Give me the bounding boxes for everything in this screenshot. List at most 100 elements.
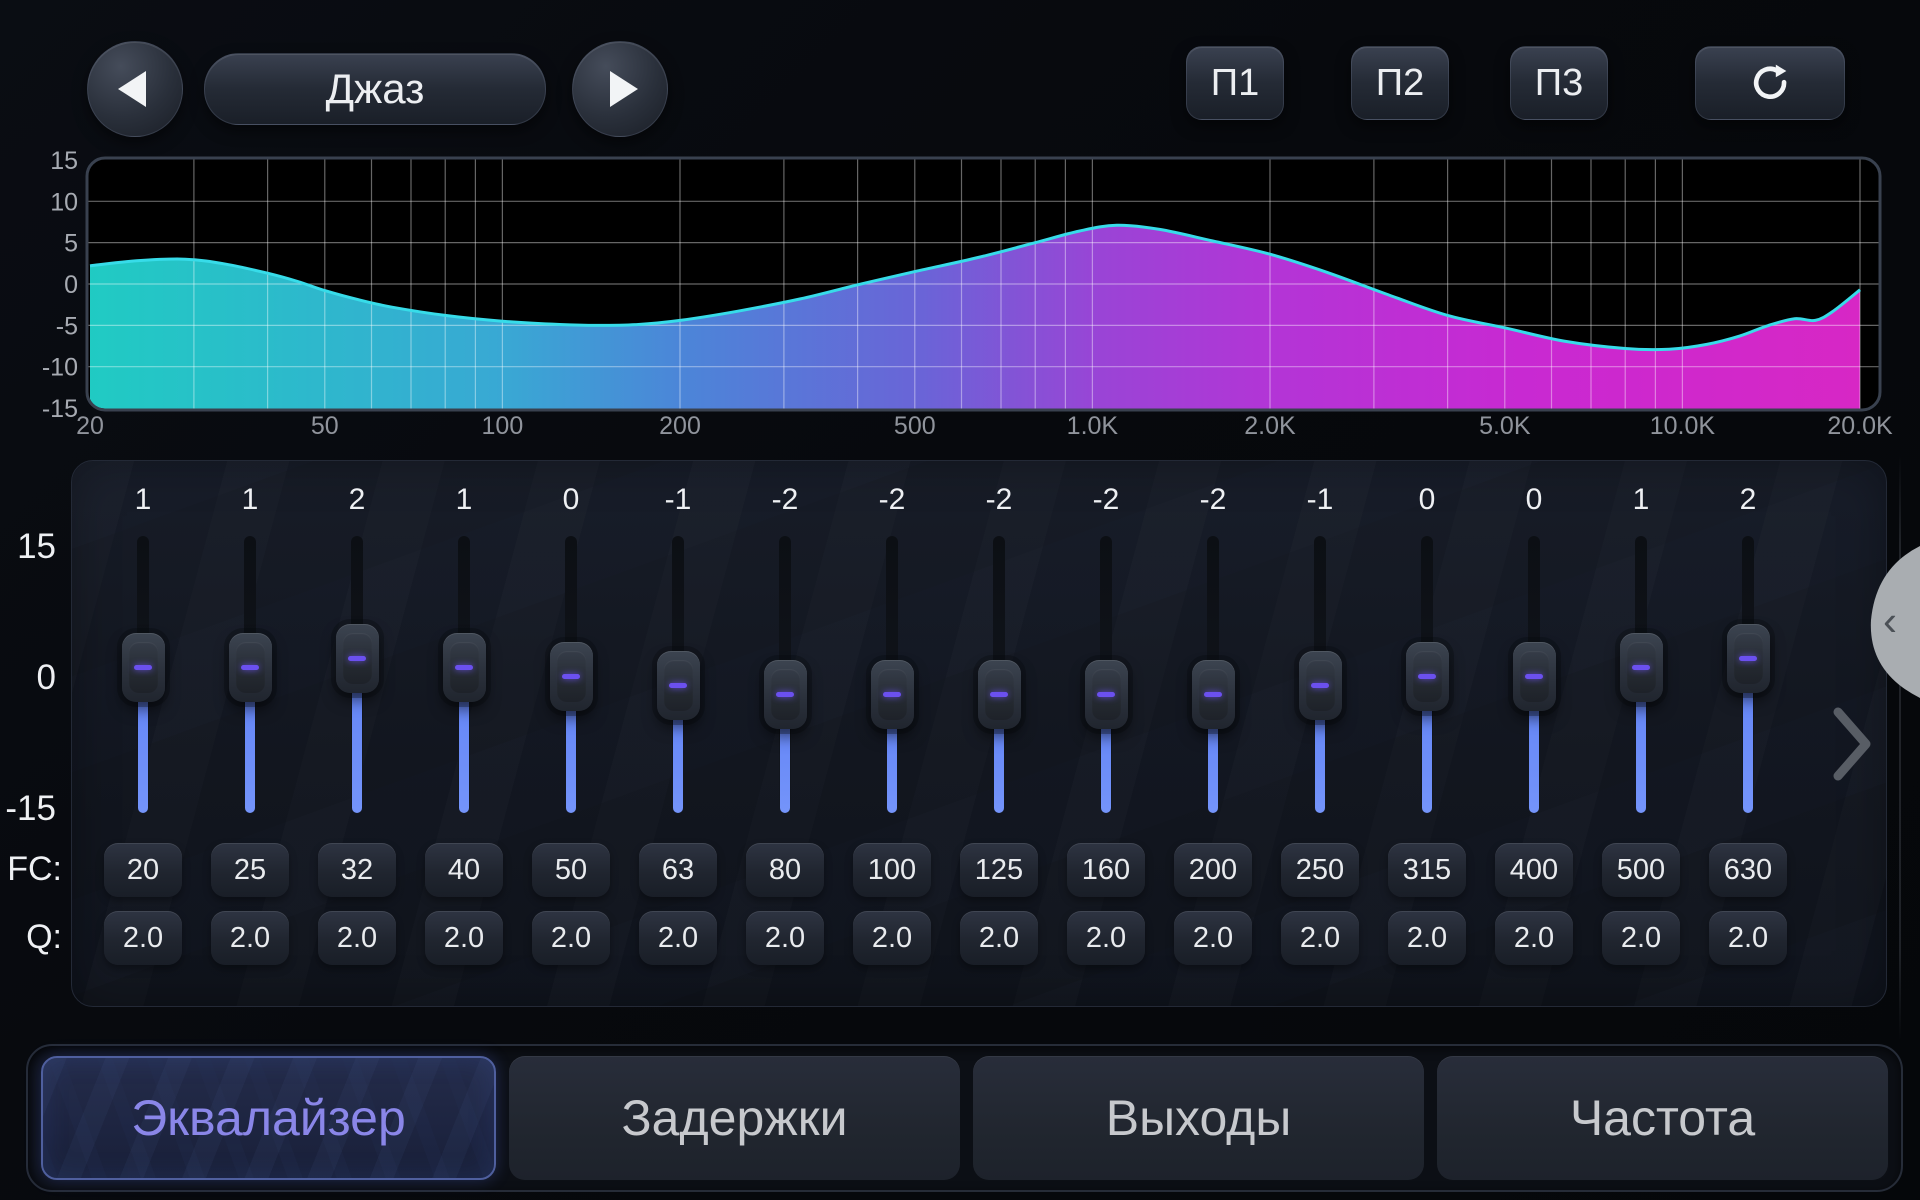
band-frequency-button[interactable]: 200 xyxy=(1174,843,1252,897)
slider-fill xyxy=(566,702,576,813)
band-q-button[interactable]: 2.0 xyxy=(532,911,610,965)
slider-thumb-dash-icon xyxy=(1204,692,1222,697)
fc-row-label: FC: xyxy=(0,850,62,889)
band-frequency-button[interactable]: 25 xyxy=(211,843,289,897)
slider-thumb-dash-icon xyxy=(134,665,152,670)
slider-thumb[interactable] xyxy=(336,624,379,693)
eq-band-25: 1 25 2.0 xyxy=(196,461,304,1006)
band-frequency-button[interactable]: 50 xyxy=(532,843,610,897)
chart-y-tick: 15 xyxy=(50,147,78,175)
slider-thumb[interactable] xyxy=(1406,642,1449,711)
band-gain-label: 1 xyxy=(196,483,304,517)
eq-band-315: 0 315 2.0 xyxy=(1373,461,1481,1006)
chart-x-tick: 500 xyxy=(894,412,936,440)
band-gain-label: 0 xyxy=(517,483,625,517)
slider-thumb-dash-icon xyxy=(348,656,366,661)
slider-thumb[interactable] xyxy=(229,633,272,702)
band-q-button[interactable]: 2.0 xyxy=(211,911,289,965)
slider-fill xyxy=(245,693,255,813)
band-frequency-button[interactable]: 250 xyxy=(1281,843,1359,897)
band-q-button[interactable]: 2.0 xyxy=(1602,911,1680,965)
chart-y-tick: 5 xyxy=(64,230,78,258)
slider-thumb[interactable] xyxy=(1513,642,1556,711)
band-q-button[interactable]: 2.0 xyxy=(1174,911,1252,965)
band-gain-label: -2 xyxy=(838,483,946,517)
slider-thumb[interactable] xyxy=(1727,624,1770,693)
eq-band-50: 0 50 2.0 xyxy=(517,461,625,1006)
chart-x-tick: 200 xyxy=(659,412,701,440)
slider-thumb[interactable] xyxy=(764,660,807,729)
band-frequency-button[interactable]: 32 xyxy=(318,843,396,897)
slider-thumb-dash-icon xyxy=(1739,656,1757,661)
slider-thumb-dash-icon xyxy=(1418,674,1436,679)
band-frequency-button[interactable]: 315 xyxy=(1388,843,1466,897)
band-q-button[interactable]: 2.0 xyxy=(1709,911,1787,965)
slider-fill xyxy=(780,720,790,813)
tab-frequency[interactable]: Частота xyxy=(1437,1056,1888,1180)
scroll-bands-right-button[interactable] xyxy=(1828,702,1876,786)
band-frequency-button[interactable]: 100 xyxy=(853,843,931,897)
band-frequency-button[interactable]: 40 xyxy=(425,843,503,897)
band-gain-label: 1 xyxy=(89,483,197,517)
slider-thumb[interactable] xyxy=(1192,660,1235,729)
band-gain-label: 0 xyxy=(1480,483,1588,517)
slider-scale-zero-label: 0 xyxy=(0,658,56,698)
tab-outputs[interactable]: Выходы xyxy=(973,1056,1424,1180)
slider-fill xyxy=(1743,684,1753,813)
slider-fill xyxy=(1315,711,1325,813)
band-q-button[interactable]: 2.0 xyxy=(853,911,931,965)
eq-band-80: -2 80 2.0 xyxy=(731,461,839,1006)
band-q-button[interactable]: 2.0 xyxy=(318,911,396,965)
band-q-button[interactable]: 2.0 xyxy=(1495,911,1573,965)
band-frequency-button[interactable]: 80 xyxy=(746,843,824,897)
band-frequency-button[interactable]: 500 xyxy=(1602,843,1680,897)
slider-thumb[interactable] xyxy=(1620,633,1663,702)
chart-y-tick: 0 xyxy=(64,271,78,299)
slider-thumb[interactable] xyxy=(443,633,486,702)
chevron-right-icon xyxy=(1828,702,1876,786)
equalizer-bands-panel: 1 20 2.0 1 25 2.0 2 32 2.0 1 xyxy=(71,460,1887,1007)
band-frequency-button[interactable]: 125 xyxy=(960,843,1038,897)
slider-thumb[interactable] xyxy=(978,660,1021,729)
band-q-button[interactable]: 2.0 xyxy=(1281,911,1359,965)
tab-label: Выходы xyxy=(1106,1089,1292,1147)
slider-scale-max-label: 15 xyxy=(0,527,56,567)
eq-band-400: 0 400 2.0 xyxy=(1480,461,1588,1006)
band-q-button[interactable]: 2.0 xyxy=(104,911,182,965)
band-frequency-button[interactable]: 63 xyxy=(639,843,717,897)
band-q-button[interactable]: 2.0 xyxy=(639,911,717,965)
band-gain-label: 1 xyxy=(1587,483,1695,517)
band-frequency-button[interactable]: 630 xyxy=(1709,843,1787,897)
band-gain-label: 0 xyxy=(1373,483,1481,517)
band-q-button[interactable]: 2.0 xyxy=(960,911,1038,965)
band-gain-label: 1 xyxy=(410,483,518,517)
band-frequency-button[interactable]: 160 xyxy=(1067,843,1145,897)
band-q-button[interactable]: 2.0 xyxy=(1067,911,1145,965)
slider-thumb-dash-icon xyxy=(455,665,473,670)
slider-thumb[interactable] xyxy=(122,633,165,702)
slider-thumb[interactable] xyxy=(871,660,914,729)
slider-fill xyxy=(673,711,683,813)
chart-x-tick: 1.0K xyxy=(1067,412,1119,440)
slider-thumb[interactable] xyxy=(1299,651,1342,720)
q-row-label: Q: xyxy=(0,918,62,957)
band-gain-label: -2 xyxy=(731,483,839,517)
tab-delays[interactable]: Задержки xyxy=(509,1056,960,1180)
slider-thumb[interactable] xyxy=(657,651,700,720)
side-drawer-handle[interactable]: ‹ xyxy=(1860,540,1920,704)
chart-x-tick: 100 xyxy=(482,412,524,440)
slider-thumb-dash-icon xyxy=(241,665,259,670)
band-q-button[interactable]: 2.0 xyxy=(746,911,824,965)
slider-thumb-dash-icon xyxy=(990,692,1008,697)
slider-fill xyxy=(994,720,1004,813)
band-q-button[interactable]: 2.0 xyxy=(425,911,503,965)
band-frequency-button[interactable]: 400 xyxy=(1495,843,1573,897)
slider-fill xyxy=(1101,720,1111,813)
slider-thumb[interactable] xyxy=(550,642,593,711)
chart-x-tick: 10.0K xyxy=(1650,412,1716,440)
slider-thumb-dash-icon xyxy=(1311,683,1329,688)
band-q-button[interactable]: 2.0 xyxy=(1388,911,1466,965)
slider-thumb[interactable] xyxy=(1085,660,1128,729)
band-frequency-button[interactable]: 20 xyxy=(104,843,182,897)
tab-equalizer[interactable]: Эквалайзер xyxy=(41,1056,496,1180)
